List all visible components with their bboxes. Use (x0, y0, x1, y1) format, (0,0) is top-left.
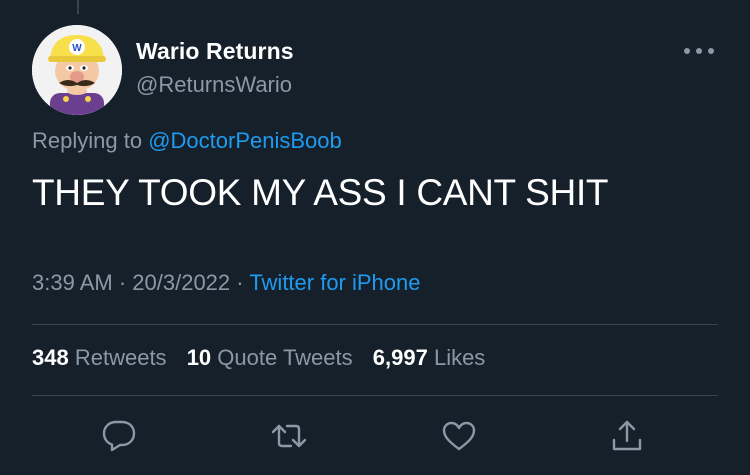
svg-text:W: W (72, 43, 82, 54)
replying-to-prefix: Replying to (32, 128, 149, 153)
tweet-meta: 3:39 AM · 20/3/2022 · Twitter for iPhone (32, 270, 421, 296)
reply-icon[interactable] (99, 418, 139, 454)
engagement-stats: 348 Retweets 10 Quote Tweets 6,997 Likes (32, 345, 499, 371)
reply-mention-link[interactable]: @DoctorPenisBoob (148, 128, 342, 153)
tweet-text: THEY TOOK MY ASS I CANT SHIT (32, 172, 609, 213)
replying-to: Replying to @DoctorPenisBoob (32, 128, 342, 154)
retweets-stat[interactable]: 348 Retweets (32, 345, 167, 370)
more-icon[interactable] (678, 35, 720, 67)
author-handle[interactable]: @ReturnsWario (136, 72, 292, 98)
tweet-source-link[interactable]: Twitter for iPhone (249, 270, 420, 295)
author-display-name[interactable]: Wario Returns (136, 38, 294, 65)
tweet-time[interactable]: 3:39 AM (32, 270, 113, 295)
tweet-date[interactable]: 20/3/2022 (132, 270, 230, 295)
wario-avatar-image: W (32, 25, 122, 115)
likes-stat[interactable]: 6,997 Likes (373, 345, 486, 370)
divider (32, 324, 718, 325)
divider (32, 395, 718, 396)
thread-connector-line (77, 0, 79, 14)
avatar[interactable]: W (32, 25, 122, 115)
retweet-icon[interactable] (269, 418, 309, 454)
share-icon[interactable] (607, 418, 647, 454)
heart-icon[interactable] (439, 418, 479, 454)
meta-separator: · (112, 270, 133, 295)
quote-tweets-stat[interactable]: 10 Quote Tweets (187, 345, 353, 370)
meta-separator: · (230, 270, 250, 295)
